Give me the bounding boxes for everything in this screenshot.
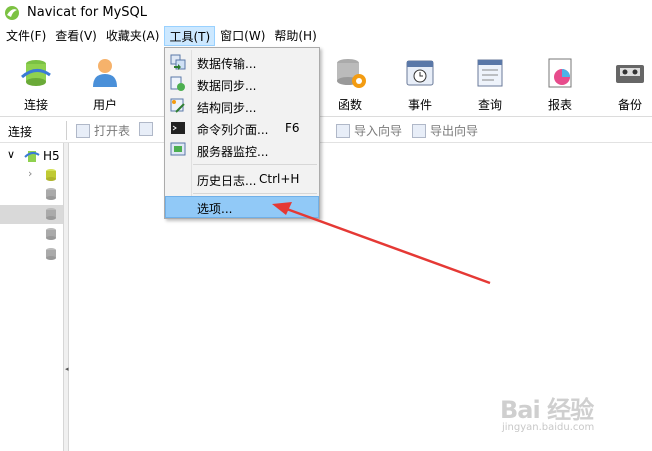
- annotation-arrow: [272, 202, 491, 285]
- baidu-watermark: Bai 经验 jingyan.baidu.com: [500, 390, 594, 433]
- watermark-url: jingyan.baidu.com: [502, 422, 595, 433]
- watermark-brand: Bai 经验: [500, 396, 594, 424]
